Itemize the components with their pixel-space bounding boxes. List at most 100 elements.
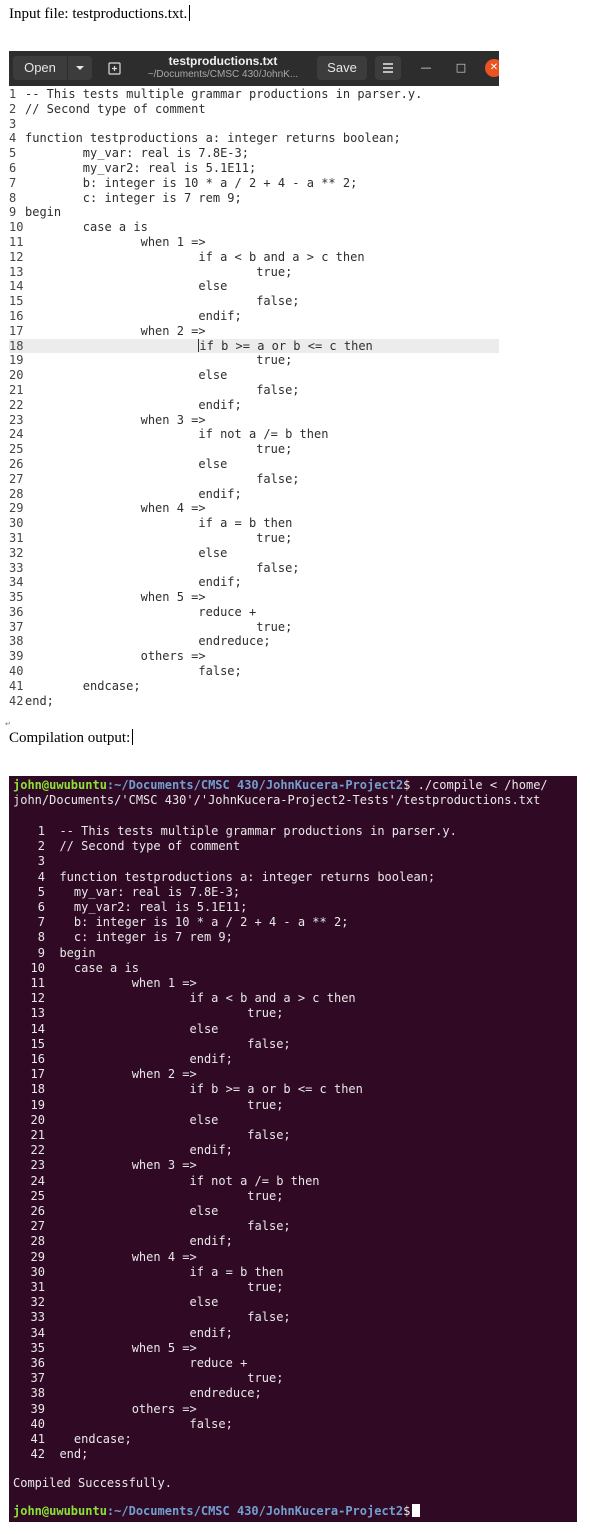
listing-line: 10 case a is xyxy=(13,961,139,976)
listing-line: 40 false; xyxy=(13,1417,233,1432)
code-text: end; xyxy=(25,693,54,708)
close-button[interactable]: ✕ xyxy=(485,59,499,77)
listing-line-number: 37 xyxy=(30,1371,45,1386)
editor-line: 15 false; xyxy=(9,294,499,309)
terminal-window[interactable]: john@uwubuntu:~/Documents/CMSC 430/JohnK… xyxy=(9,776,577,1522)
text-caret xyxy=(189,5,191,21)
listing-line: 9 begin xyxy=(13,946,96,961)
line-number: 33 xyxy=(9,560,24,575)
line-number: 2 xyxy=(9,101,17,116)
line-number: 10 xyxy=(9,220,24,235)
minimize-icon: — xyxy=(420,61,432,74)
code-text: c: integer is 7 rem 9; xyxy=(25,190,242,205)
code-text: endreduce; xyxy=(25,634,271,649)
editor-line: 36 reduce + xyxy=(9,605,499,620)
line-number: 1 xyxy=(9,87,17,101)
close-icon: ✕ xyxy=(489,62,499,73)
hamburger-menu-icon xyxy=(383,63,393,73)
listing-line-number: 4 xyxy=(37,869,45,884)
open-button[interactable]: Open xyxy=(13,56,67,80)
prompt-symbol: $ xyxy=(403,1504,411,1518)
line-number: 26 xyxy=(9,456,24,471)
editor-line: 14 else xyxy=(9,279,499,294)
listing-line-number: 30 xyxy=(30,1264,45,1279)
code-text: when 1 => xyxy=(25,234,206,249)
listing-line-number: 9 xyxy=(37,945,45,960)
editor-line: 38 endreduce; xyxy=(9,634,499,649)
listing-line-number: 15 xyxy=(30,1036,45,1051)
code-text: false; xyxy=(25,382,300,397)
code-text: if a < b and a > c then xyxy=(25,249,365,264)
editor-line: 33 false; xyxy=(9,561,499,576)
editor-line: 18 if b >= a or b <= c then xyxy=(9,338,499,354)
code-text: if a = b then xyxy=(25,516,293,531)
listing-code: true; xyxy=(45,1097,284,1112)
line-number: 41 xyxy=(9,678,24,693)
listing-line: 20 else xyxy=(13,1113,219,1128)
listing-line: 22 endif; xyxy=(13,1143,233,1158)
code-text: false; xyxy=(25,664,242,679)
listing-code: b: integer is 10 * a / 2 + 4 - a ** 2; xyxy=(45,915,349,930)
listing-line-number: 19 xyxy=(30,1097,45,1112)
listing-line-number: 38 xyxy=(30,1386,45,1401)
editor-line: 8 c: integer is 7 rem 9; xyxy=(9,191,499,206)
input-file-label: Input file: testproductions.txt. xyxy=(9,5,191,23)
editor-line: 32 else xyxy=(9,546,499,561)
listing-line: 28 endif; xyxy=(13,1234,233,1249)
minimize-button[interactable]: — xyxy=(415,57,437,79)
listing-line-number: 32 xyxy=(30,1295,45,1310)
editor-line: 26 else xyxy=(9,457,499,472)
line-number: 27 xyxy=(9,471,24,486)
line-number: 9 xyxy=(9,205,17,220)
editor-line: 24 if not a /= b then xyxy=(9,427,499,442)
line-number: 31 xyxy=(9,530,24,545)
listing-line-number: 13 xyxy=(30,1006,45,1021)
listing-line-number: 17 xyxy=(30,1067,45,1082)
listing-code: others => xyxy=(45,1401,197,1416)
line-number: 23 xyxy=(9,412,24,427)
line-number: 5 xyxy=(9,146,17,161)
listing-code: my_var2: real is 5.1E11; xyxy=(45,900,248,914)
listing-code: endif; xyxy=(45,1052,233,1066)
listing-line: 35 when 5 => xyxy=(13,1341,197,1356)
line-number: 22 xyxy=(9,397,24,412)
listing-line-number: 39 xyxy=(30,1401,45,1416)
command-text: ./compile < /home/ xyxy=(410,778,548,792)
listing-line-number: 36 xyxy=(30,1356,45,1370)
editor-line: 20 else xyxy=(9,368,499,383)
line-number: 15 xyxy=(9,294,24,309)
listing-line: 42 end; xyxy=(13,1447,89,1462)
listing-line: 41 endcase; xyxy=(13,1432,132,1447)
listing-line: 30 if a = b then xyxy=(13,1264,284,1280)
listing-code: if b >= a or b <= c then xyxy=(45,1082,363,1097)
maximize-button[interactable]: □ xyxy=(450,57,472,79)
listing-line: 6 my_var2: real is 5.1E11; xyxy=(13,900,248,915)
listing-code: when 1 => xyxy=(45,976,197,990)
code-text: else xyxy=(25,456,228,471)
open-recent-button[interactable] xyxy=(68,56,92,80)
save-button[interactable]: Save xyxy=(317,56,367,80)
editor-line: 17 when 2 => xyxy=(9,324,499,339)
header-bar: Open testproductions.txt ~/Documents/CMS… xyxy=(9,51,499,86)
editor-text-area[interactable]: 1 -- This tests multiple grammar producti… xyxy=(9,87,499,708)
listing-code: when 2 => xyxy=(45,1067,197,1082)
listing-code: endif; xyxy=(45,1234,233,1249)
line-number: 36 xyxy=(9,604,24,619)
compilation-output-label: Compilation output: xyxy=(9,729,134,747)
editor-line: 28 endif; xyxy=(9,487,499,502)
listing-code: true; xyxy=(45,1188,284,1203)
code-text: when 3 => xyxy=(25,412,206,427)
listing-line: 12 if a < b and a > c then xyxy=(13,991,356,1006)
code-text: else xyxy=(25,368,228,383)
menu-button[interactable] xyxy=(375,56,401,80)
listing-line-number: 41 xyxy=(30,1432,45,1446)
line-number: 35 xyxy=(9,590,24,605)
line-number: 3 xyxy=(9,116,17,131)
new-tab-button[interactable] xyxy=(101,56,127,80)
listing-line: 8 c: integer is 7 rem 9; xyxy=(13,930,233,945)
line-number: 34 xyxy=(9,575,24,590)
command-prompt-line: john@uwubuntu:~/Documents/CMSC 430/JohnK… xyxy=(13,778,548,793)
code-text: endif; xyxy=(25,575,242,590)
maximize-icon: □ xyxy=(455,61,467,74)
listing-code: false; xyxy=(45,1416,233,1431)
